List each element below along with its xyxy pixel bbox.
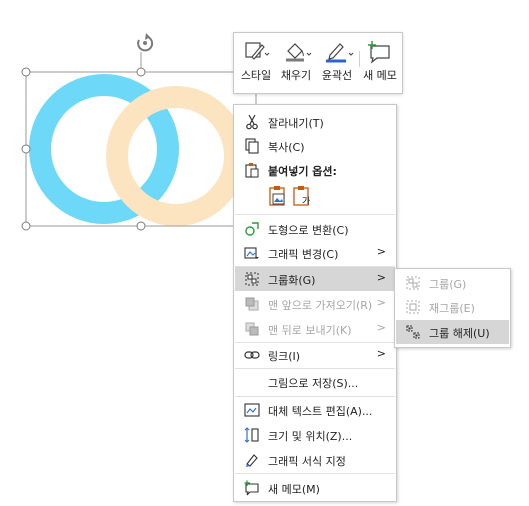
menu-item-change-graphic[interactable]: 그래픽 변경(C) > bbox=[235, 241, 395, 265]
menu-label-convert-to-shape: 도형으로 변환(C) bbox=[268, 224, 349, 237]
menu-item-size-position[interactable]: 크기 및 위치(Z)... bbox=[235, 423, 395, 447]
menu-item-bring-to-front[interactable]: 맨 앞으로 가져오기(R) > bbox=[235, 292, 395, 316]
comment-add-icon bbox=[368, 41, 390, 64]
menu-item-copy[interactable]: 복사(C) bbox=[235, 134, 395, 158]
outline-button[interactable]: 윤곽선 bbox=[316, 33, 358, 93]
resize-handle bbox=[21, 67, 31, 77]
menu-label-group: 그룹화(G) bbox=[268, 274, 316, 287]
menu-label-size-position: 크기 및 위치(Z)... bbox=[268, 430, 353, 443]
chevron-right-icon: > bbox=[376, 245, 386, 258]
menu-separator bbox=[235, 396, 395, 397]
menu-item-send-to-back[interactable]: 맨 뒤로 보내기(K) > bbox=[235, 317, 395, 341]
menu-item-paste-options: 붙여넣기 옵션: bbox=[235, 158, 395, 182]
menu-label-new-comment: 새 메모(M) bbox=[268, 483, 320, 496]
paste-text-icon: 가 bbox=[293, 186, 310, 207]
chevron-right-icon: > bbox=[376, 321, 386, 334]
menu-label-bring-to-front: 맨 앞으로 가져오기(R) bbox=[268, 299, 373, 312]
menu-item-alt-text[interactable]: 대체 텍스트 편집(A)... bbox=[235, 398, 395, 422]
style-icon bbox=[245, 42, 270, 60]
fill-label: 채우기 bbox=[280, 69, 312, 82]
mini-toolbar: 스타일 채우기 윤곽선 새 메모 bbox=[233, 32, 403, 94]
size-position-icon bbox=[244, 427, 259, 443]
menu-label-copy: 복사(C) bbox=[268, 141, 305, 154]
link-icon bbox=[244, 351, 260, 359]
svg-text:가: 가 bbox=[302, 196, 310, 207]
chevron-right-icon: > bbox=[376, 347, 386, 360]
menu-item-save-as-picture[interactable]: 그림으로 저장(S)... bbox=[235, 370, 395, 394]
menu-separator bbox=[235, 473, 395, 474]
convert-shape-icon bbox=[245, 222, 259, 236]
ungroup-icon bbox=[406, 325, 420, 339]
group-submenu: 그룹(G) 재그룹(E) 그룹 해제(U) bbox=[394, 268, 511, 348]
bring-to-front-icon bbox=[245, 297, 259, 311]
new-comment-button[interactable]: 새 메모 bbox=[360, 33, 400, 93]
menu-item-link[interactable]: 링크(I) > bbox=[235, 343, 395, 367]
menu-separator bbox=[235, 368, 395, 369]
pen-outline-icon bbox=[326, 43, 354, 63]
menu-label-change-graphic: 그래픽 변경(C) bbox=[268, 248, 339, 261]
submenu-label-group: 그룹(G) bbox=[429, 278, 467, 291]
submenu-label-regroup: 재그룹(E) bbox=[429, 302, 475, 315]
paste-text-only-button[interactable]: 가 bbox=[292, 185, 312, 207]
menu-item-format-graphic[interactable]: 그래픽 서식 지정 bbox=[235, 448, 395, 472]
style-label: 스타일 bbox=[240, 69, 272, 82]
group-icon bbox=[406, 276, 420, 290]
menu-label-paste-options: 붙여넣기 옵션: bbox=[268, 165, 337, 178]
send-to-back-icon bbox=[245, 322, 259, 336]
paste-picture-icon bbox=[269, 186, 285, 206]
menu-label-link: 링크(I) bbox=[268, 350, 301, 363]
paste-picture-button[interactable] bbox=[268, 185, 288, 207]
menu-item-group[interactable]: 그룹화(G) > bbox=[235, 267, 395, 291]
submenu-item-regroup[interactable]: 재그룹(E) bbox=[396, 295, 509, 319]
menu-item-cut[interactable]: 잘라내기(T) bbox=[235, 110, 395, 134]
rotate-handle-icon bbox=[137, 33, 154, 52]
style-button[interactable]: 스타일 bbox=[236, 33, 276, 93]
menu-label-alt-text: 대체 텍스트 편집(A)... bbox=[268, 405, 373, 418]
chevron-right-icon: > bbox=[376, 271, 386, 284]
group-icon bbox=[245, 272, 259, 286]
resize-handle bbox=[136, 221, 146, 231]
fill-button[interactable]: 채우기 bbox=[276, 33, 316, 93]
clipboard-icon bbox=[245, 163, 259, 178]
regroup-icon bbox=[406, 300, 420, 314]
format-graphic-icon bbox=[246, 454, 258, 467]
alt-text-icon bbox=[244, 403, 260, 417]
comment-label: 새 메모 bbox=[363, 69, 397, 82]
menu-label-format-graphic: 그래픽 서식 지정 bbox=[268, 455, 346, 468]
resize-handle bbox=[21, 144, 31, 154]
submenu-item-ungroup[interactable]: 그룹 해제(U) bbox=[396, 320, 509, 344]
menu-item-convert-to-shape[interactable]: 도형으로 변환(C) bbox=[235, 217, 395, 241]
copy-icon bbox=[245, 138, 259, 154]
scissors-icon bbox=[246, 114, 258, 130]
resize-handle bbox=[21, 221, 31, 231]
submenu-item-group[interactable]: 그룹(G) bbox=[396, 271, 509, 295]
chevron-right-icon: > bbox=[376, 296, 386, 309]
change-graphic-icon bbox=[244, 247, 259, 259]
paint-bucket-icon bbox=[286, 43, 312, 62]
submenu-label-ungroup: 그룹 해제(U) bbox=[429, 327, 490, 340]
menu-item-new-comment[interactable]: 새 메모(M) bbox=[235, 476, 395, 500]
comment-add-icon bbox=[244, 480, 259, 496]
menu-separator bbox=[235, 214, 395, 215]
menu-label-send-to-back: 맨 뒤로 보내기(K) bbox=[268, 324, 352, 337]
resize-handle bbox=[136, 67, 146, 77]
context-menu: 잘라내기(T) 복사(C) 붙여넣기 옵션: 가 도형으로 변환(C) 그래픽 … bbox=[233, 104, 397, 502]
menu-label-save-as-picture: 그림으로 저장(S)... bbox=[268, 377, 359, 390]
outline-label: 윤곽선 bbox=[321, 69, 353, 82]
menu-label-cut: 잘라내기(T) bbox=[268, 117, 324, 130]
